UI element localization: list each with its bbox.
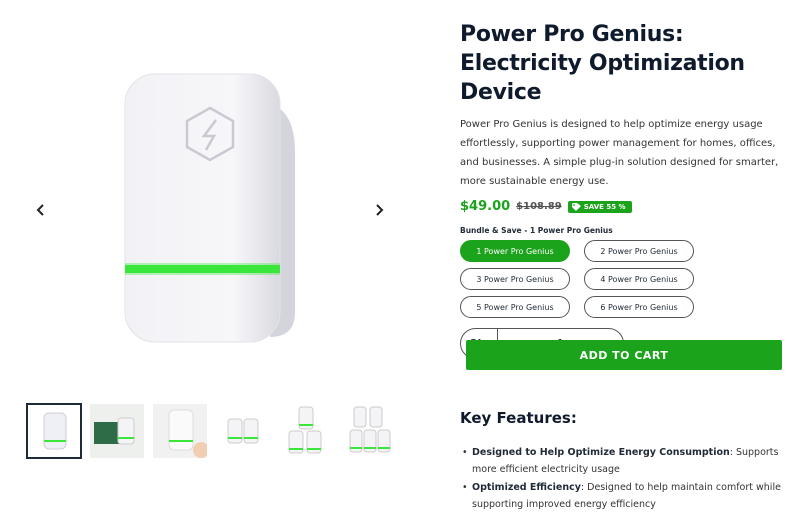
chevron-right-icon	[376, 204, 384, 216]
bundle-option-4[interactable]: 4 Power Pro Genius	[584, 268, 694, 290]
bundle-option-2[interactable]: 2 Power Pro Genius	[584, 240, 694, 262]
tag-icon	[571, 202, 581, 211]
bundle-options: 1 Power Pro Genius 2 Power Pro Genius 3 …	[460, 240, 790, 318]
product-gallery	[0, 0, 420, 515]
save-badge: SAVE 55 %	[567, 200, 632, 213]
thumbnail-5[interactable]	[279, 404, 333, 458]
previous-image-button[interactable]	[31, 200, 51, 220]
compare-price: $108.89	[516, 201, 562, 212]
bundle-label: Bundle & Save - 1 Power Pro Genius	[460, 226, 613, 235]
thumbnail-1[interactable]	[26, 403, 82, 459]
feature-item: Optimized Efficiency: Designed to help m…	[462, 479, 792, 513]
add-to-cart-button[interactable]: ADD TO CART	[466, 340, 782, 370]
thumbnail-6[interactable]	[342, 404, 396, 458]
sale-price: $49.00	[460, 199, 511, 214]
chevron-left-icon	[36, 204, 44, 216]
thumbnail-4[interactable]	[216, 404, 270, 458]
thumbnail-3[interactable]	[153, 404, 207, 458]
feature-item: Designed to Help Optimize Energy Consump…	[462, 444, 792, 478]
feature-item-heading: Designed to Help Optimize Energy Consump…	[472, 447, 730, 458]
thumbnail-strip	[26, 403, 396, 459]
bundle-option-6[interactable]: 6 Power Pro Genius	[584, 296, 694, 318]
product-info: Power Pro Genius: Electricity Optimizati…	[460, 20, 790, 359]
bundle-option-3[interactable]: 3 Power Pro Genius	[460, 268, 570, 290]
product-title: Power Pro Genius: Electricity Optimizati…	[460, 22, 745, 105]
bundle-option-5[interactable]: 5 Power Pro Genius	[460, 296, 570, 318]
key-features-title: Key Features:	[460, 409, 577, 427]
thumbnail-2[interactable]	[90, 404, 144, 458]
price-row: $49.00 $108.89 SAVE 55 %	[460, 199, 790, 214]
feature-item-heading: Optimized Efficiency	[472, 482, 581, 493]
product-description: Power Pro Genius is designed to help opt…	[460, 119, 779, 187]
main-product-image	[100, 62, 320, 352]
key-features-list: Designed to Help Optimize Energy Consump…	[462, 444, 792, 514]
save-badge-text: SAVE 55 %	[583, 202, 626, 211]
bundle-option-1[interactable]: 1 Power Pro Genius	[460, 240, 570, 262]
next-image-button[interactable]	[369, 200, 389, 220]
